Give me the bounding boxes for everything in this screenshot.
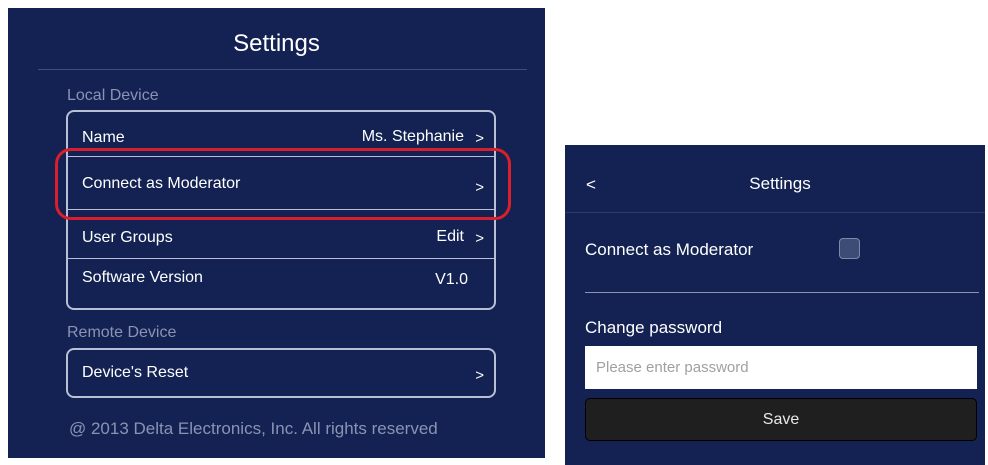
header-divider xyxy=(565,212,985,213)
row-label: User Groups xyxy=(82,229,173,246)
row-label: Device's Reset xyxy=(82,364,189,381)
page-title: Settings xyxy=(233,30,320,57)
change-password-label: Change password xyxy=(585,318,723,337)
title-divider xyxy=(38,69,527,70)
section-label-remote-device: Remote Device xyxy=(67,324,177,341)
save-button[interactable]: Save xyxy=(585,398,977,441)
settings-panel-moderator: Settings < Connect as Moderator Change p… xyxy=(565,145,985,465)
settings-row-user-groups[interactable]: User Groups Edit > xyxy=(68,219,494,259)
remote-device-group: Device's Reset > xyxy=(66,348,496,398)
software-version-value: V1.0 xyxy=(435,271,468,288)
password-input[interactable] xyxy=(585,346,977,389)
connect-as-moderator-checkbox[interactable] xyxy=(839,238,860,259)
connect-as-moderator-label: Connect as Moderator xyxy=(585,240,754,259)
chevron-right-icon: > xyxy=(475,230,484,247)
row-value: Ms. Stephanie xyxy=(361,128,464,145)
copyright-footer: @ 2013 Delta Electronics, Inc. All right… xyxy=(69,419,438,438)
section-divider xyxy=(585,292,979,293)
chevron-right-icon: > xyxy=(475,367,484,384)
settings-row-software-version: Software Version V1.0 xyxy=(68,259,494,299)
chevron-right-icon: > xyxy=(475,130,484,147)
highlight-annotation xyxy=(55,148,511,220)
page-title: Settings xyxy=(749,174,811,193)
row-label: Software Version xyxy=(82,269,203,286)
settings-row-device-reset[interactable]: Device's Reset > xyxy=(68,354,494,394)
section-label-local-device: Local Device xyxy=(67,87,159,104)
settings-panel-main: Settings Local Device Name Ms. Stephanie… xyxy=(8,8,545,458)
back-icon[interactable]: < xyxy=(586,175,596,195)
edit-link[interactable]: Edit xyxy=(436,228,464,246)
row-label: Name xyxy=(82,129,125,146)
